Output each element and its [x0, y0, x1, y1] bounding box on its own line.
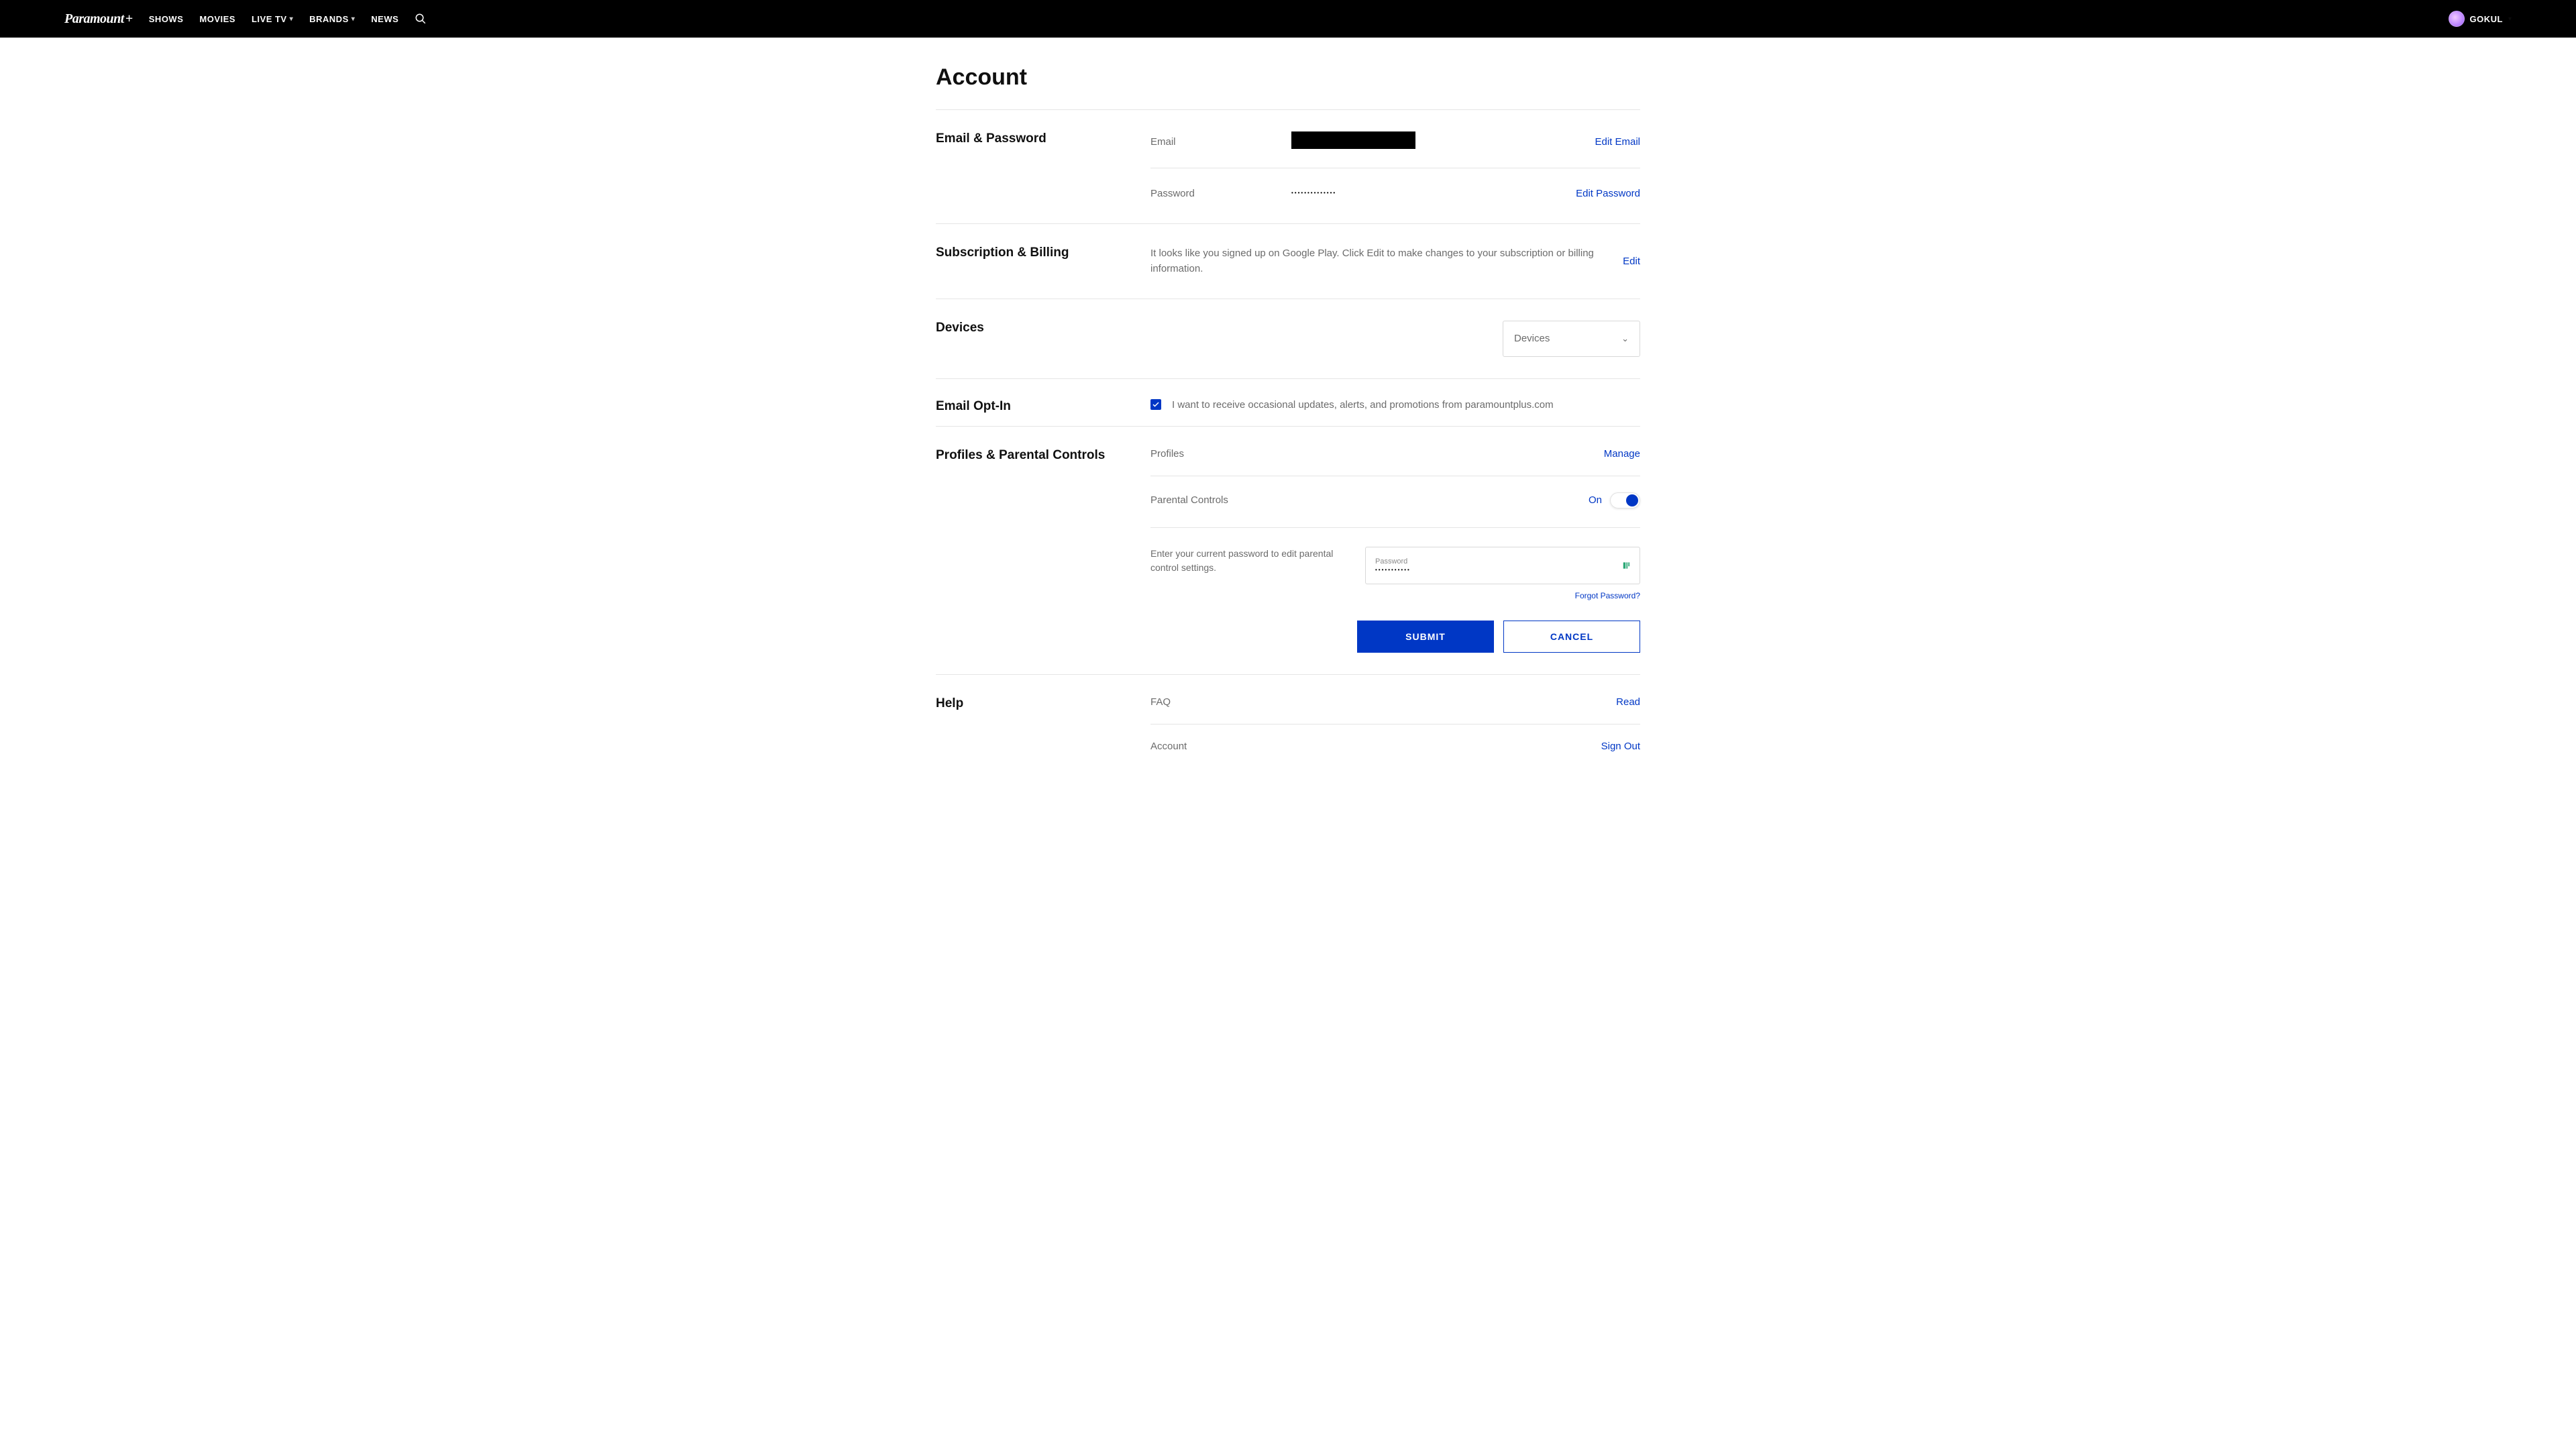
search-icon[interactable]	[415, 13, 427, 25]
nav-brands[interactable]: BRANDS ▾	[309, 14, 355, 24]
section-subscription: Subscription & Billing It looks like you…	[936, 224, 1640, 299]
password-manager-icon[interactable]	[1622, 561, 1631, 570]
section-title: Email & Password	[936, 131, 1150, 202]
password-dots: ••••••••••••••	[1291, 190, 1336, 196]
top-nav: Paramount+ SHOWS MOVIES LIVE TV ▾ BRANDS…	[0, 0, 2576, 38]
submit-button[interactable]: SUBMIT	[1357, 621, 1494, 653]
parental-password-field-value: •••••••••••	[1375, 567, 1630, 573]
section-devices: Devices Devices ⌄	[936, 299, 1640, 379]
parental-toggle-state: On	[1589, 494, 1602, 506]
page-title: Account	[936, 64, 1640, 110]
section-title: Devices	[936, 321, 1150, 357]
account-page: Account Email & Password Email Edit Emai…	[936, 38, 1640, 814]
row-subscription: It looks like you signed up on Google Pl…	[1150, 246, 1640, 277]
read-faq-link[interactable]: Read	[1616, 696, 1640, 708]
section-profiles-parental: Profiles & Parental Controls Profiles Ma…	[936, 427, 1640, 675]
parental-toggle-wrap: On	[1589, 492, 1640, 508]
parental-label: Parental Controls	[1150, 494, 1589, 506]
devices-dropdown[interactable]: Devices ⌄	[1503, 321, 1640, 357]
parental-buttons: SUBMIT CANCEL	[1150, 621, 1640, 653]
nav-movies[interactable]: MOVIES	[199, 14, 235, 24]
nav-news[interactable]: NEWS	[371, 14, 398, 24]
row-password: Password •••••••••••••• Edit Password	[1150, 184, 1640, 202]
nav-shows[interactable]: SHOWS	[149, 14, 184, 24]
section-title: Profiles & Parental Controls	[936, 448, 1150, 653]
section-help: Help FAQ Read Account Sign Out	[936, 675, 1640, 773]
subscription-text: It looks like you signed up on Google Pl…	[1150, 246, 1623, 277]
devices-dropdown-label: Devices	[1514, 333, 1550, 344]
parental-password-field-label: Password	[1375, 557, 1630, 566]
optin-checkbox[interactable]	[1150, 399, 1161, 410]
parental-toggle[interactable]	[1610, 492, 1640, 508]
row-profiles: Profiles Manage	[1150, 448, 1640, 476]
row-parental: Parental Controls On	[1150, 492, 1640, 508]
nav-livetv-label: LIVE TV	[252, 14, 287, 24]
check-icon	[1152, 400, 1160, 409]
user-menu[interactable]: GOKUL ▾	[2449, 11, 2512, 27]
paramount-plus-logo[interactable]: Paramount+	[64, 11, 133, 27]
nav-brands-label: BRANDS	[309, 14, 349, 24]
section-email-password: Email & Password Email Edit Email Passwo…	[936, 110, 1640, 224]
sign-out-link[interactable]: Sign Out	[1601, 741, 1640, 752]
row-account: Account Sign Out	[1150, 741, 1640, 752]
chevron-down-icon: ▾	[2508, 15, 2512, 23]
username-label: GOKUL	[2470, 14, 2503, 24]
profiles-label: Profiles	[1150, 448, 1604, 460]
chevron-down-icon: ⌄	[1621, 333, 1629, 344]
cancel-button[interactable]: CANCEL	[1503, 621, 1640, 653]
row-email: Email Edit Email	[1150, 131, 1640, 168]
account-label: Account	[1150, 741, 1601, 752]
password-value: ••••••••••••••	[1291, 184, 1576, 202]
primary-nav: SHOWS MOVIES LIVE TV ▾ BRANDS ▾ NEWS	[149, 13, 427, 25]
parental-password-input[interactable]: Password •••••••••••	[1365, 547, 1640, 584]
optin-label: I want to receive occasional updates, al…	[1172, 399, 1554, 411]
email-value	[1291, 131, 1595, 152]
edit-subscription-link[interactable]: Edit	[1623, 256, 1640, 267]
section-email-optin: Email Opt-In I want to receive occasiona…	[936, 379, 1640, 427]
parental-password-block: Enter your current password to edit pare…	[1150, 527, 1640, 600]
faq-label: FAQ	[1150, 696, 1616, 708]
chevron-down-icon: ▾	[352, 15, 356, 23]
edit-email-link[interactable]: Edit Email	[1595, 136, 1640, 148]
email-redacted	[1291, 131, 1415, 149]
password-label: Password	[1150, 188, 1291, 199]
section-title: Help	[936, 696, 1150, 752]
edit-password-link[interactable]: Edit Password	[1576, 188, 1640, 199]
optin-row: I want to receive occasional updates, al…	[1150, 399, 1640, 411]
parental-pw-instruction: Enter your current password to edit pare…	[1150, 547, 1338, 600]
chevron-down-icon: ▾	[290, 15, 294, 23]
manage-profiles-link[interactable]: Manage	[1604, 448, 1640, 460]
section-title: Subscription & Billing	[936, 246, 1150, 277]
toggle-knob	[1626, 494, 1638, 506]
nav-livetv[interactable]: LIVE TV ▾	[252, 14, 293, 24]
avatar	[2449, 11, 2465, 27]
header-left: Paramount+ SHOWS MOVIES LIVE TV ▾ BRANDS…	[64, 11, 427, 27]
email-label: Email	[1150, 136, 1291, 148]
forgot-password-link[interactable]: Forgot Password?	[1365, 591, 1640, 600]
section-title: Email Opt-In	[936, 399, 1150, 414]
row-faq: FAQ Read	[1150, 696, 1640, 724]
